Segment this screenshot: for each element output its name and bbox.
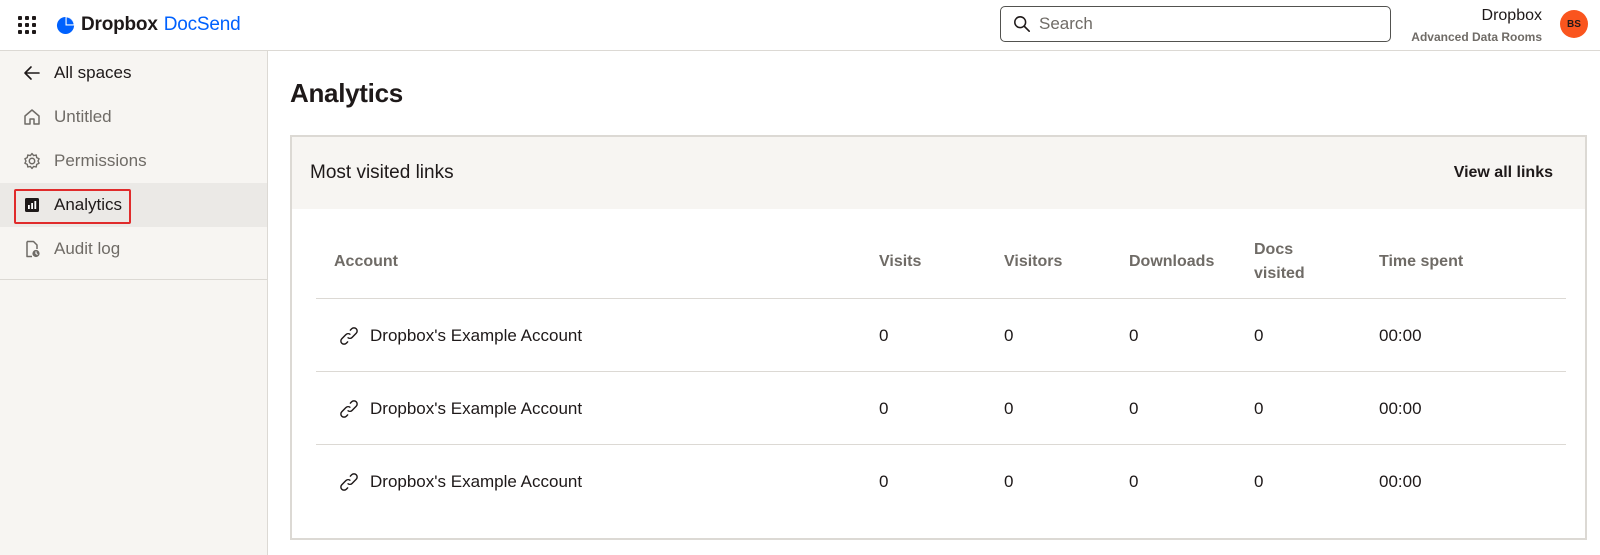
sidebar-item-audit-log[interactable]: Audit log bbox=[0, 227, 267, 271]
account-cell: Dropbox's Example Account bbox=[340, 299, 582, 372]
top-bar: Dropbox DocSend Dropbox Advanced Data Ro… bbox=[0, 0, 1600, 51]
logo-primary-text: Dropbox bbox=[81, 14, 158, 35]
sidebar-item-analytics[interactable]: Analytics bbox=[0, 183, 267, 227]
search-box[interactable] bbox=[1000, 6, 1391, 42]
table-row[interactable]: Dropbox's Example Account 0 0 0 0 00:00 bbox=[316, 445, 1566, 518]
downloads-cell: 0 bbox=[1129, 471, 1139, 491]
column-header-visits[interactable]: Visits bbox=[879, 250, 921, 274]
column-header-docs-visited[interactable]: Docs visited bbox=[1254, 238, 1314, 286]
account-subtitle: Advanced Data Rooms bbox=[1411, 30, 1542, 44]
search-input[interactable] bbox=[1039, 14, 1359, 34]
account-name[interactable]: Dropbox's Example Account bbox=[370, 472, 582, 492]
links-table: Account Visits Visitors Downloads Docs v… bbox=[316, 225, 1566, 518]
sidebar-item-permissions[interactable]: Permissions bbox=[0, 139, 267, 183]
sidebar-item-untitled[interactable]: Untitled bbox=[0, 95, 267, 139]
downloads-cell: 0 bbox=[1129, 325, 1139, 345]
column-header-time-spent[interactable]: Time spent bbox=[1379, 250, 1463, 274]
table-row[interactable]: Dropbox's Example Account 0 0 0 0 00:00 bbox=[316, 372, 1566, 445]
visitors-cell: 0 bbox=[1004, 325, 1014, 345]
docs-visited-cell: 0 bbox=[1254, 398, 1264, 418]
sidebar-item-label: Untitled bbox=[54, 107, 112, 126]
time-spent-cell: 00:00 bbox=[1379, 398, 1422, 418]
view-all-links-button[interactable]: View all links bbox=[1454, 164, 1553, 182]
account-name: Dropbox bbox=[1481, 7, 1542, 24]
docsend-logo-icon bbox=[56, 16, 75, 34]
app-grid-icon[interactable] bbox=[17, 15, 37, 35]
logo-secondary-text: DocSend bbox=[163, 14, 241, 35]
card-header: Most visited links View all links bbox=[292, 137, 1585, 209]
time-spent-cell: 00:00 bbox=[1379, 325, 1422, 345]
visits-cell: 0 bbox=[879, 471, 889, 491]
account-switcher[interactable]: Dropbox Advanced Data Rooms bbox=[1411, 6, 1542, 45]
docsend-logo[interactable]: Dropbox DocSend bbox=[56, 12, 241, 38]
visitors-cell: 0 bbox=[1004, 398, 1014, 418]
search-icon bbox=[1014, 16, 1031, 33]
account-name[interactable]: Dropbox's Example Account bbox=[370, 326, 582, 346]
time-spent-cell: 00:00 bbox=[1379, 471, 1422, 491]
link-icon bbox=[340, 399, 358, 418]
sidebar-item-all-spaces[interactable]: All spaces bbox=[0, 51, 267, 95]
docs-visited-cell: 0 bbox=[1254, 325, 1264, 345]
docs-visited-cell: 0 bbox=[1254, 471, 1264, 491]
avatar[interactable]: BS bbox=[1560, 10, 1588, 38]
account-cell: Dropbox's Example Account bbox=[340, 445, 582, 518]
column-header-visitors[interactable]: Visitors bbox=[1004, 250, 1062, 274]
sidebar-item-label: Permissions bbox=[54, 151, 147, 170]
sidebar-item-label: Analytics bbox=[54, 195, 123, 214]
sidebar-divider bbox=[0, 279, 267, 280]
visits-cell: 0 bbox=[879, 325, 889, 345]
card-title: Most visited links bbox=[310, 162, 454, 183]
column-header-account[interactable]: Account bbox=[334, 250, 398, 274]
link-icon bbox=[340, 472, 358, 491]
sidebar: All spaces Untitled Permissions Analytic… bbox=[0, 51, 268, 555]
downloads-cell: 0 bbox=[1129, 398, 1139, 418]
account-cell: Dropbox's Example Account bbox=[340, 372, 582, 445]
table-row[interactable]: Dropbox's Example Account 0 0 0 0 00:00 bbox=[316, 299, 1566, 372]
table-header: Account Visits Visitors Downloads Docs v… bbox=[316, 225, 1566, 299]
audit-log-icon bbox=[22, 239, 42, 259]
arrow-left-icon bbox=[22, 63, 42, 83]
page-title: Analytics bbox=[290, 78, 403, 108]
home-icon bbox=[22, 107, 42, 127]
account-name[interactable]: Dropbox's Example Account bbox=[370, 399, 582, 419]
sidebar-item-label: All spaces bbox=[54, 63, 132, 82]
link-icon bbox=[340, 326, 358, 345]
visits-cell: 0 bbox=[879, 398, 889, 418]
gear-icon bbox=[22, 151, 42, 171]
sidebar-item-label: Audit log bbox=[54, 239, 121, 258]
column-header-downloads[interactable]: Downloads bbox=[1129, 250, 1214, 274]
bar-chart-icon bbox=[22, 195, 42, 215]
most-visited-links-card: Most visited links View all links Accoun… bbox=[290, 135, 1587, 540]
visitors-cell: 0 bbox=[1004, 471, 1014, 491]
